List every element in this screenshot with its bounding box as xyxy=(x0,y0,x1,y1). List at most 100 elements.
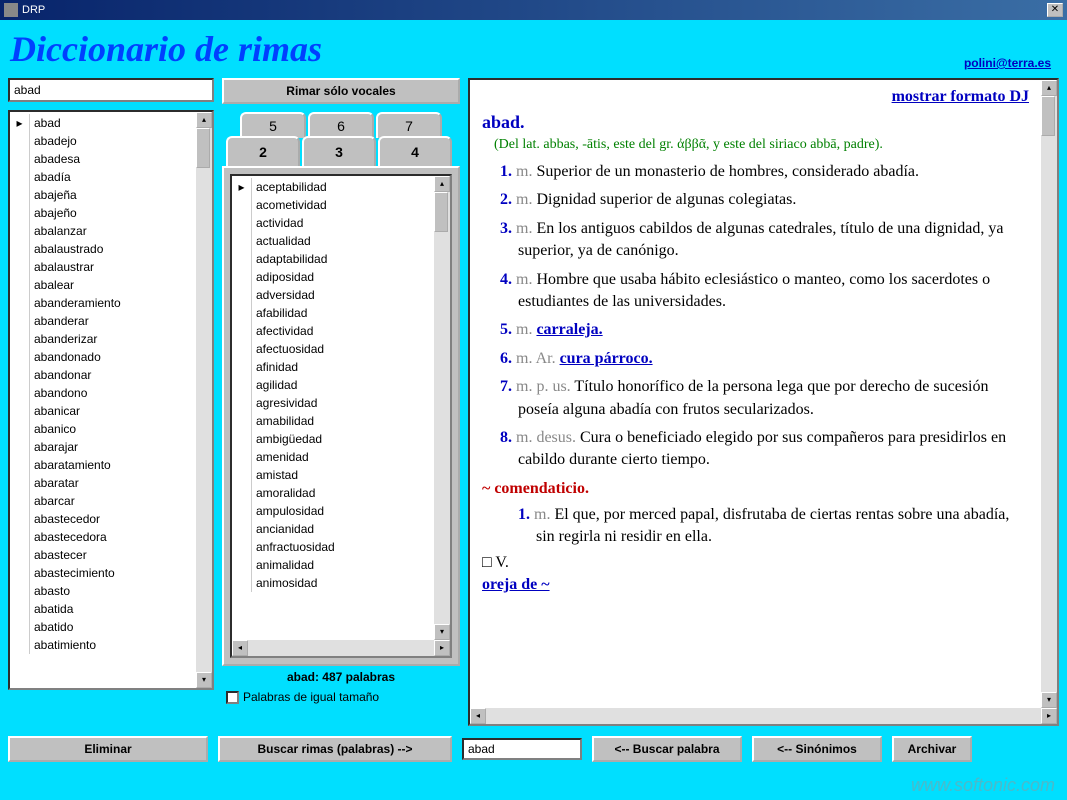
search-input[interactable] xyxy=(8,78,214,102)
word-listbox[interactable]: ▸abadabadejoabadesaabadíaabajeñaabajeñoa… xyxy=(8,110,214,690)
list-item[interactable]: adiposidad xyxy=(232,268,434,286)
scroll-left-button[interactable]: ◂ xyxy=(470,708,486,724)
tab-3[interactable]: 3 xyxy=(302,136,376,166)
watermark: www.softonic.com xyxy=(911,775,1055,796)
bottom-search-input[interactable] xyxy=(462,738,582,760)
tab-5[interactable]: 5 xyxy=(240,112,306,138)
list-item[interactable]: animalidad xyxy=(232,556,434,574)
list-item[interactable]: agilidad xyxy=(232,376,434,394)
list-item[interactable]: agresividad xyxy=(232,394,434,412)
contact-link[interactable]: polini@terra.es xyxy=(964,56,1051,70)
list-item[interactable]: abaratar xyxy=(10,474,196,492)
list-item[interactable]: abastecedor xyxy=(10,510,196,528)
list-item[interactable]: abastecedora xyxy=(10,528,196,546)
tab-2[interactable]: 2 xyxy=(226,136,300,166)
list-item[interactable]: amistad xyxy=(232,466,434,484)
list-item[interactable]: abandonado xyxy=(10,348,196,366)
list-item[interactable]: actualidad xyxy=(232,232,434,250)
rimar-vocales-button[interactable]: Rimar sólo vocales xyxy=(222,78,460,104)
tab-4[interactable]: 4 xyxy=(378,136,452,166)
list-item[interactable]: ampulosidad xyxy=(232,502,434,520)
list-item[interactable]: abalanzar xyxy=(10,222,196,240)
list-item[interactable]: amenidad xyxy=(232,448,434,466)
format-link[interactable]: mostrar formato DJ xyxy=(482,88,1029,106)
eliminar-button[interactable]: Eliminar xyxy=(8,736,208,762)
scroll-thumb[interactable] xyxy=(434,192,448,232)
list-item[interactable]: abaratamiento xyxy=(10,456,196,474)
list-item[interactable]: afinidad xyxy=(232,358,434,376)
scroll-right-button[interactable]: ▸ xyxy=(1041,708,1057,724)
list-item[interactable]: abadejo xyxy=(10,132,196,150)
cross-reference-link[interactable]: carraleja. xyxy=(536,321,602,338)
scroll-right-button[interactable]: ▸ xyxy=(434,640,450,656)
list-item[interactable]: anfractuosidad xyxy=(232,538,434,556)
list-item[interactable]: abalaustrado xyxy=(10,240,196,258)
list-item[interactable]: acometividad xyxy=(232,196,434,214)
list-item[interactable]: abandonar xyxy=(10,366,196,384)
scroll-down-button[interactable]: ▾ xyxy=(196,672,212,688)
list-item[interactable]: afectividad xyxy=(232,322,434,340)
list-item[interactable]: adversidad xyxy=(232,286,434,304)
scroll-up-button[interactable]: ▴ xyxy=(196,112,212,128)
same-length-checkbox[interactable] xyxy=(226,691,239,704)
scroll-down-button[interactable]: ▾ xyxy=(434,624,450,640)
window-title: DRP xyxy=(22,4,45,16)
scrollbar-horizontal[interactable]: ◂ ▸ xyxy=(470,708,1057,724)
list-item[interactable]: abanderar xyxy=(10,312,196,330)
scrollbar-vertical[interactable]: ▴ ▾ xyxy=(196,112,212,688)
list-item[interactable]: abarcar xyxy=(10,492,196,510)
list-item[interactable]: afabilidad xyxy=(232,304,434,322)
list-item[interactable]: abasto xyxy=(10,582,196,600)
list-item[interactable]: abadía xyxy=(10,168,196,186)
list-item[interactable]: abalaustrar xyxy=(10,258,196,276)
list-item[interactable]: abatimiento xyxy=(10,636,196,654)
list-item[interactable]: abalear xyxy=(10,276,196,294)
list-item[interactable]: afectuosidad xyxy=(232,340,434,358)
scroll-up-button[interactable]: ▴ xyxy=(434,176,450,192)
scroll-up-button[interactable]: ▴ xyxy=(1041,80,1057,96)
list-item[interactable]: ambigüedad xyxy=(232,430,434,448)
list-item[interactable]: ancianidad xyxy=(232,520,434,538)
list-item[interactable]: abandono xyxy=(10,384,196,402)
definition-vsection: □ V. xyxy=(482,554,1029,572)
list-item[interactable]: actividad xyxy=(232,214,434,232)
list-item[interactable]: abastecimiento xyxy=(10,564,196,582)
list-item[interactable]: abarajar xyxy=(10,438,196,456)
scrollbar-vertical[interactable]: ▴ ▾ xyxy=(434,176,450,640)
scrollbar-vertical[interactable]: ▴ ▾ xyxy=(1041,80,1057,708)
archivar-button[interactable]: Archivar xyxy=(892,736,972,762)
definition-entry: 6. m. Ar. cura párroco. xyxy=(500,348,1029,370)
list-item[interactable]: amoralidad xyxy=(232,484,434,502)
cross-reference-link[interactable]: cura párroco. xyxy=(560,350,653,367)
buscar-palabra-button[interactable]: <-- Buscar palabra xyxy=(592,736,742,762)
list-item[interactable]: abanicar xyxy=(10,402,196,420)
buscar-rimas-button[interactable]: Buscar rimas (palabras) --> xyxy=(218,736,452,762)
scroll-left-button[interactable]: ◂ xyxy=(232,640,248,656)
list-item[interactable]: abajeña xyxy=(10,186,196,204)
list-item[interactable]: amabilidad xyxy=(232,412,434,430)
scrollbar-horizontal[interactable]: ◂ ▸ xyxy=(232,640,450,656)
list-item[interactable]: abanderizar xyxy=(10,330,196,348)
tab-6[interactable]: 6 xyxy=(308,112,374,138)
scroll-down-button[interactable]: ▾ xyxy=(1041,692,1057,708)
list-item[interactable]: abajeño xyxy=(10,204,196,222)
list-item[interactable]: abadesa xyxy=(10,150,196,168)
see-also-link[interactable]: oreja de ~ xyxy=(482,576,1029,594)
list-item[interactable]: abatida xyxy=(10,600,196,618)
tab-7[interactable]: 7 xyxy=(376,112,442,138)
close-button[interactable]: ✕ xyxy=(1047,3,1063,17)
list-item[interactable]: abastecer xyxy=(10,546,196,564)
rhyme-listbox[interactable]: ▸aceptabilidadacometividadactividadactua… xyxy=(230,174,452,658)
scroll-thumb[interactable] xyxy=(196,128,210,168)
definition-entry: 7. m. p. us. Título honorífico de la per… xyxy=(500,376,1029,421)
list-item[interactable]: ▸abad xyxy=(10,114,196,132)
list-item[interactable]: animosidad xyxy=(232,574,434,592)
list-item[interactable]: abanico xyxy=(10,420,196,438)
titlebar: DRP ✕ xyxy=(0,0,1067,20)
list-item[interactable]: abanderamiento xyxy=(10,294,196,312)
sinonimos-button[interactable]: <-- Sinónimos xyxy=(752,736,882,762)
list-item[interactable]: abatido xyxy=(10,618,196,636)
scroll-thumb[interactable] xyxy=(1041,96,1055,136)
list-item[interactable]: ▸aceptabilidad xyxy=(232,178,434,196)
list-item[interactable]: adaptabilidad xyxy=(232,250,434,268)
